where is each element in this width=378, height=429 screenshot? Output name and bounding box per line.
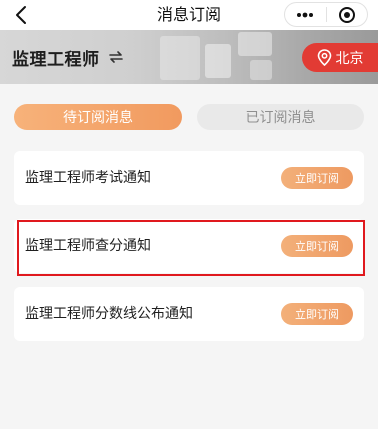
city-selector-button[interactable]: 北京 xyxy=(302,43,378,72)
more-dots-icon xyxy=(297,12,314,17)
exam-name: 监理工程师 xyxy=(12,49,100,70)
more-button[interactable] xyxy=(285,3,326,26)
subscribe-button[interactable]: 立即订阅 xyxy=(281,303,353,325)
tab-pending-messages[interactable]: 待订阅消息 xyxy=(14,104,182,130)
city-name: 北京 xyxy=(335,50,364,67)
subscribe-button[interactable]: 立即订阅 xyxy=(281,235,353,257)
banner-background-decoration xyxy=(238,32,272,56)
banner-background-decoration xyxy=(205,44,231,78)
exam-switch[interactable]: 监理工程师 xyxy=(12,30,124,84)
tab-subscribed-messages[interactable]: 已订阅消息 xyxy=(197,104,364,130)
banner-background-decoration xyxy=(160,36,200,80)
close-mini-program-button[interactable] xyxy=(327,3,368,26)
top-nav-bar: 消息订阅 xyxy=(0,0,378,30)
exam-banner: 监理工程师 北京 xyxy=(0,30,378,84)
back-button[interactable] xyxy=(10,4,32,26)
notice-title: 监理工程师考试通知 xyxy=(25,170,151,186)
banner-background-decoration xyxy=(250,60,272,80)
target-circle-icon xyxy=(338,6,355,23)
location-pin-icon xyxy=(317,49,332,66)
notice-card: 监理工程师考试通知 立即订阅 xyxy=(14,151,364,205)
mini-program-capsule xyxy=(284,2,368,27)
swap-arrows-icon xyxy=(108,50,124,64)
notice-card: 监理工程师分数线公布通知 立即订阅 xyxy=(14,287,364,341)
notice-card: 监理工程师查分通知 立即订阅 xyxy=(14,219,364,273)
subscribe-button[interactable]: 立即订阅 xyxy=(281,167,353,189)
chevron-left-icon xyxy=(16,6,26,24)
notice-title: 监理工程师查分通知 xyxy=(25,238,151,254)
notice-title: 监理工程师分数线公布通知 xyxy=(25,306,193,322)
